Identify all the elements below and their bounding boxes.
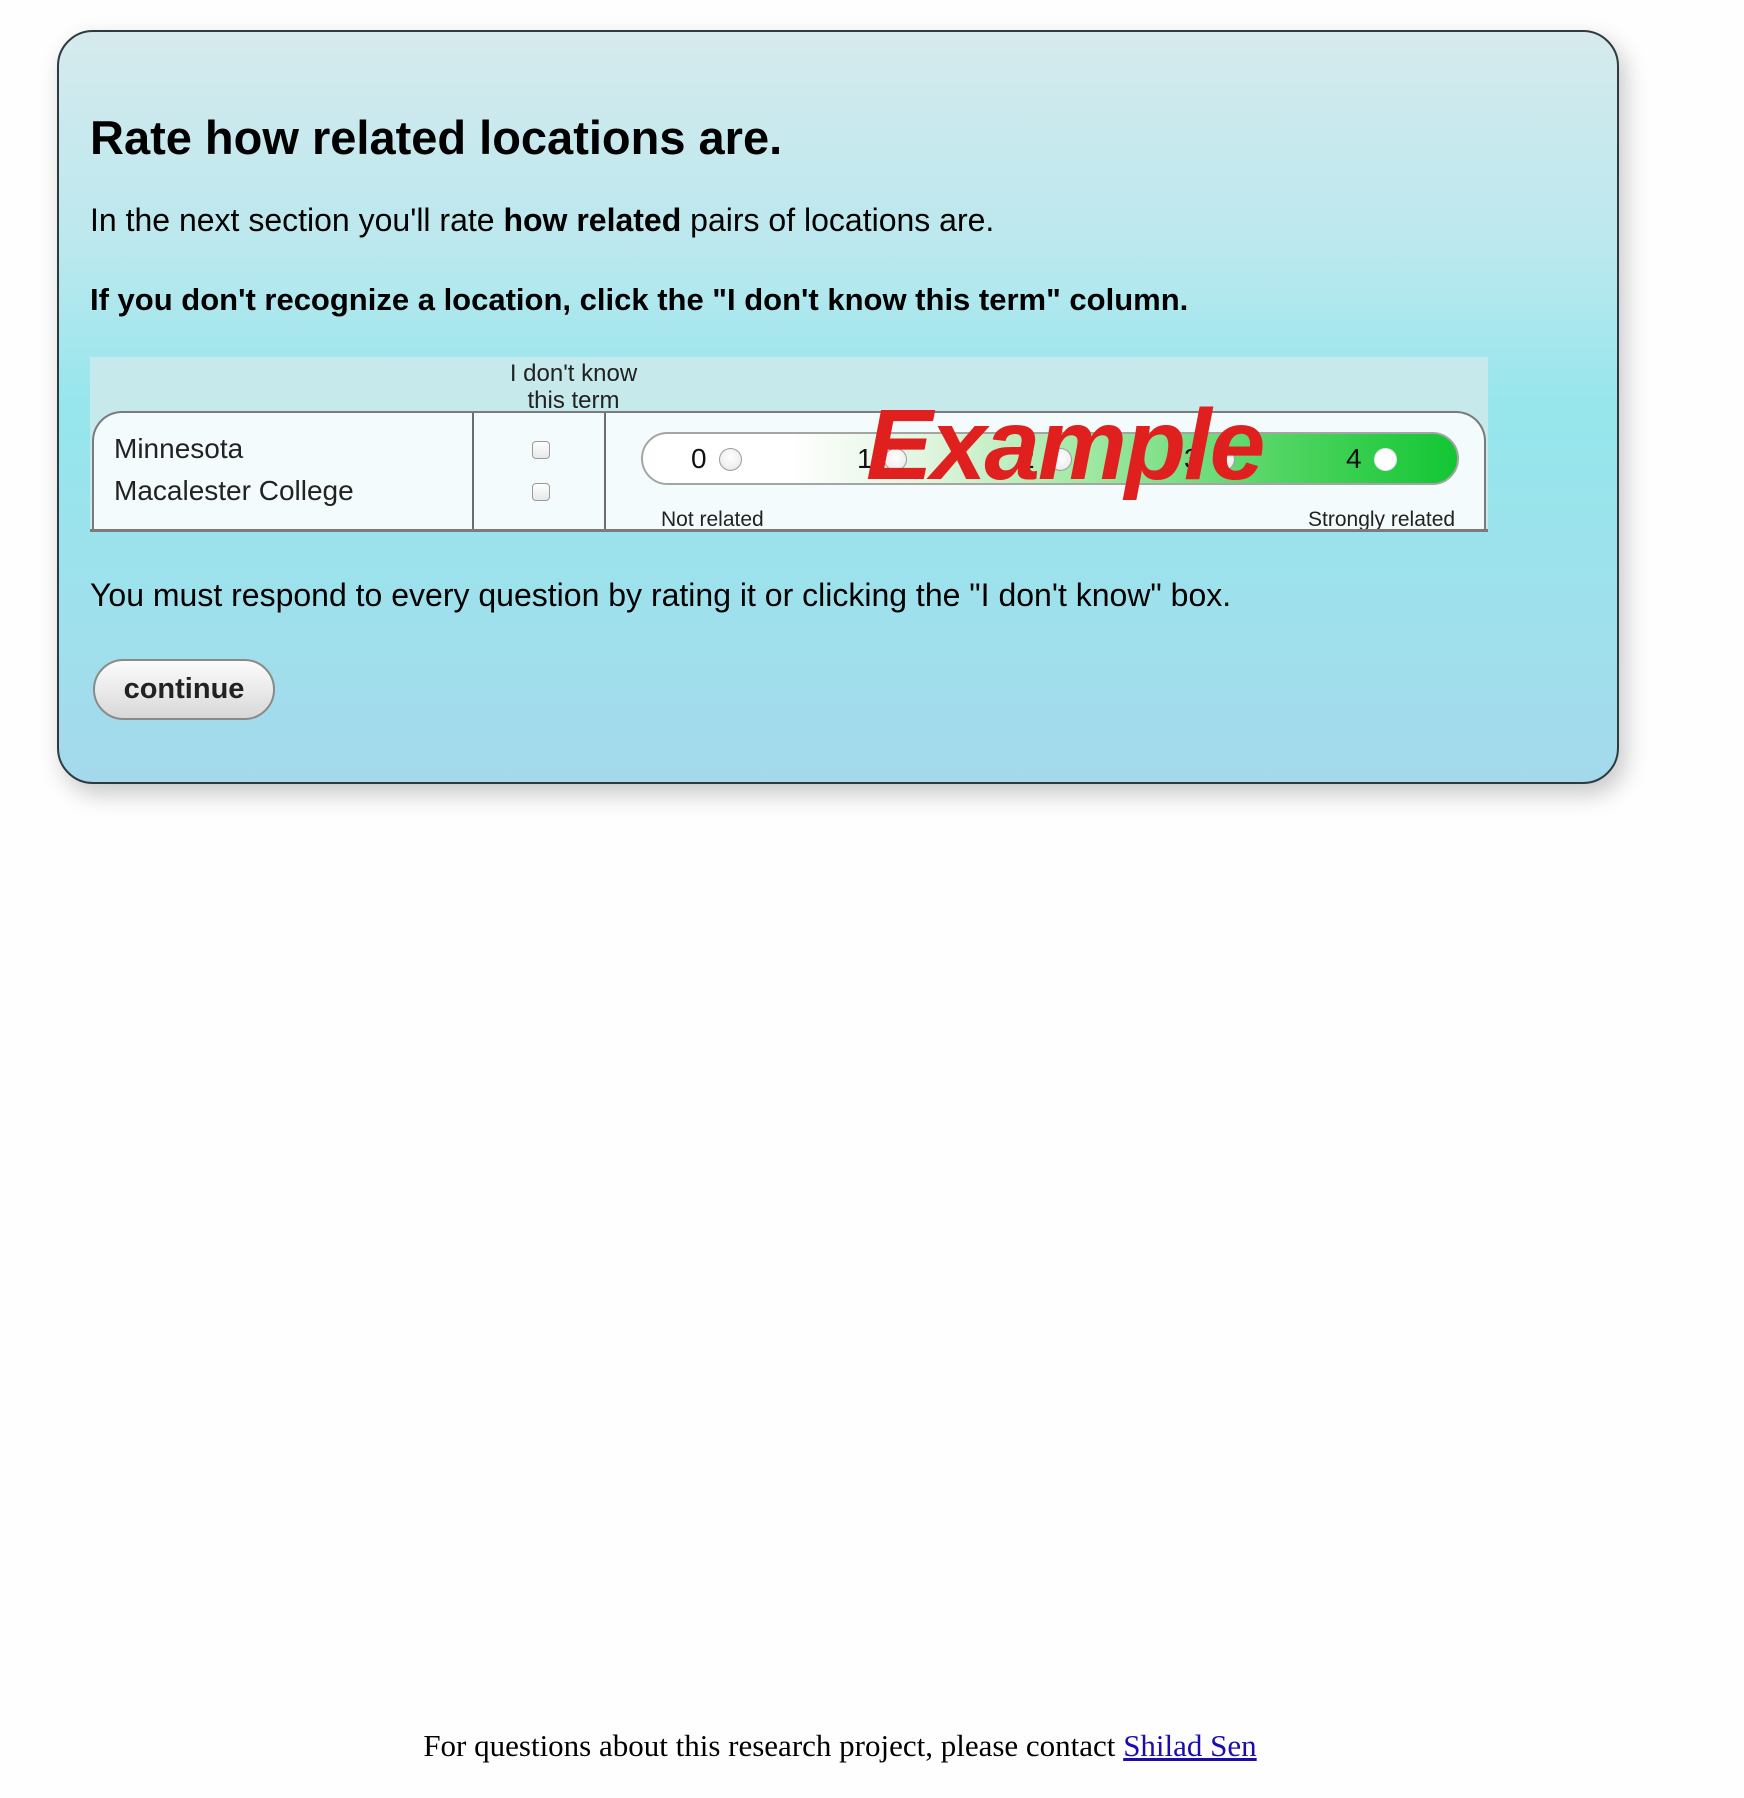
intro-text: In the next section you'll rate how rela… [90,202,994,239]
footer-contact: For questions about this research projec… [0,1728,1680,1764]
example-image: I don't know this term Minnesota Macales… [90,357,1488,532]
footer-text: For questions about this research projec… [423,1728,1124,1763]
column-divider [472,413,474,532]
page-title: Rate how related locations are. [90,111,783,164]
example-watermark: Example [866,389,1265,501]
scale-radio-0 [719,448,742,471]
scale-radio-4 [1374,448,1397,471]
intro-text-emphasis: how related [503,202,682,238]
continue-button[interactable]: continue [93,659,275,720]
example-rating-row: Minnesota Macalester College 0 1 2 3 4 N… [92,411,1486,532]
intro-text-end: pairs of locations are. [681,202,995,238]
scale-number-4: 4 [1346,443,1362,474]
term-macalester-college: Macalester College [114,475,354,506]
scale-number-0: 0 [691,443,707,474]
example-bottom-border [90,529,1488,532]
dont-know-instruction: If you don't recognize a location, click… [90,282,1189,317]
dont-know-column-header: I don't know this term [476,360,671,414]
dont-know-header-line1: I don't know [509,360,638,387]
instructions-panel: Rate how related locations are. In the n… [57,30,1619,784]
respond-requirement-text: You must respond to every question by ra… [90,577,1232,613]
contact-link[interactable]: Shilad Sen [1123,1728,1256,1763]
dont-know-header-line2: this term [527,387,620,414]
column-divider [604,413,606,532]
dont-know-checkbox-term2 [532,483,550,501]
dont-know-checkbox-term1 [532,441,550,459]
intro-text-start: In the next section you'll rate [90,202,504,238]
term-minnesota: Minnesota [114,433,244,464]
